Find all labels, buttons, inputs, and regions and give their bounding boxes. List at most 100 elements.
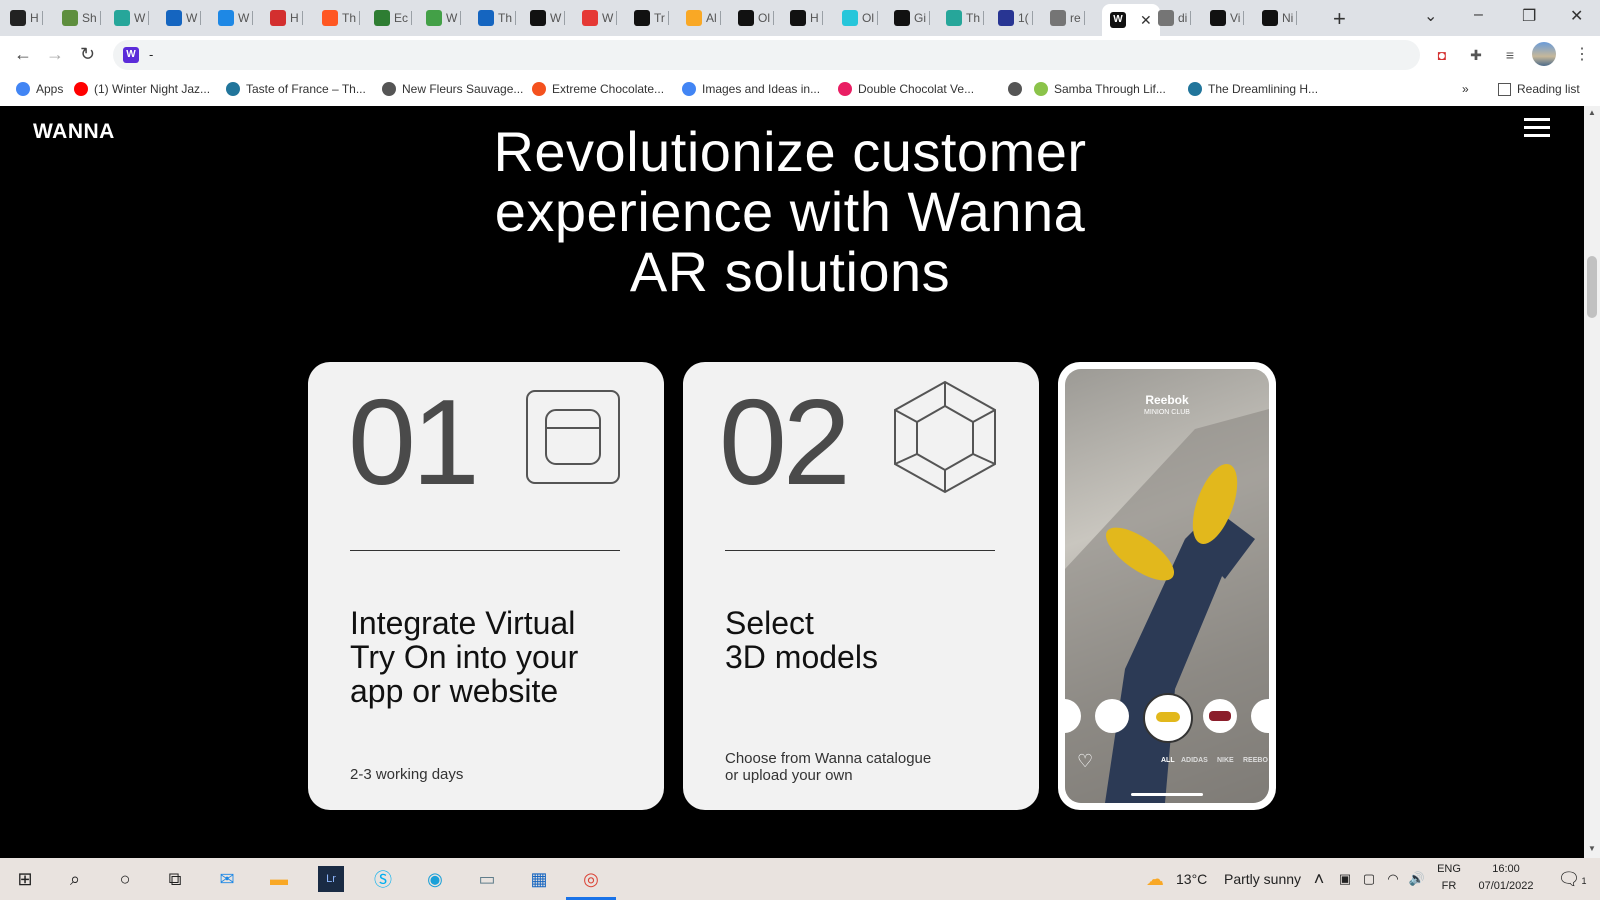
forward-arrow-icon[interactable]: →	[46, 44, 64, 65]
tab-favicon-icon	[1210, 10, 1226, 26]
bookmark-item[interactable]	[1008, 82, 1028, 96]
scroll-down-icon[interactable]: ▼	[1588, 844, 1596, 853]
search-icon[interactable]: ⌕	[62, 866, 88, 892]
wifi-icon[interactable]: ◠	[1380, 866, 1406, 892]
restore-button[interactable]: ❐	[1522, 6, 1536, 26]
device-icon[interactable]: ▣	[1332, 866, 1358, 892]
browser-tab[interactable]: H	[790, 4, 823, 32]
weather-text[interactable]: Partly sunny	[1224, 871, 1301, 887]
card-title-line: Try On into your	[350, 639, 579, 675]
file-explorer-icon[interactable]: ▬	[266, 866, 292, 892]
tab-close-icon[interactable]: ✕	[1140, 12, 1152, 29]
bookmark-item[interactable]: Double Chocolat Ve...	[838, 82, 974, 96]
weather-temp[interactable]: 13°C	[1176, 871, 1207, 887]
site-favicon-icon: W	[123, 47, 139, 63]
windows-start-icon[interactable]: ⊞	[12, 866, 38, 892]
browser-tab[interactable]: W	[218, 4, 254, 32]
browser-tab[interactable]: Ec	[374, 4, 413, 32]
shoe-thumbnail[interactable]	[1203, 699, 1237, 733]
browser-tab[interactable]: Gi	[894, 4, 930, 32]
bookmark-item[interactable]: Taste of France – Th...	[226, 82, 366, 96]
browser-tab[interactable]: Th	[478, 4, 517, 32]
browser-tab[interactable]: 1(	[998, 4, 1033, 32]
category-adidas[interactable]: ADIDAS	[1181, 757, 1208, 764]
pocket-extension-icon[interactable]: ◘	[1432, 45, 1452, 65]
tab-separator	[301, 11, 303, 25]
mail-icon[interactable]: ✉	[214, 866, 240, 892]
reload-icon[interactable]: ↻	[80, 44, 95, 65]
scrollbar-thumb[interactable]	[1587, 256, 1597, 318]
browser-tab[interactable]: Sh	[62, 4, 101, 32]
chevron-up-icon[interactable]: ˄	[1306, 866, 1332, 892]
display-icon[interactable]: ▢	[1356, 866, 1382, 892]
minimize-button[interactable]: –	[1474, 6, 1483, 24]
bookmarks-overflow-icon[interactable]: »	[1462, 82, 1469, 96]
browser-tab[interactable]: Ni	[1262, 4, 1298, 32]
category-reebok[interactable]: REEBO	[1243, 757, 1268, 764]
bookmark-item[interactable]: The Dreamlining H...	[1188, 82, 1318, 96]
browser-tab-active[interactable]: W ✕	[1102, 4, 1160, 36]
tab-search-icon[interactable]: ⌄	[1424, 6, 1437, 26]
bookmark-item[interactable]: Samba Through Lif...	[1034, 82, 1166, 96]
browser-tab[interactable]: W	[166, 4, 202, 32]
media-control-icon[interactable]: ≡	[1500, 45, 1520, 65]
browser-tab[interactable]: W	[530, 4, 566, 32]
address-text[interactable]: -	[149, 47, 153, 62]
bookmark-item[interactable]: Images and Ideas in...	[682, 82, 820, 96]
lightroom-icon[interactable]: Lr	[318, 866, 344, 892]
clock-date[interactable]: 07/01/2022	[1470, 880, 1542, 892]
browser-tab[interactable]: Ol	[842, 4, 878, 32]
hamburger-menu-icon[interactable]	[1524, 118, 1552, 140]
shoe-thumbnail-selected[interactable]	[1145, 695, 1191, 741]
browser-tab[interactable]: re	[1050, 4, 1085, 32]
bookmark-item[interactable]: New Fleurs Sauvage...	[382, 82, 523, 96]
browser-tab[interactable]: Th	[322, 4, 361, 32]
shoe-thumbnail[interactable]	[1095, 699, 1129, 733]
clock-time[interactable]: 16:00	[1470, 863, 1542, 875]
bookmark-item[interactable]: Extreme Chocolate...	[532, 82, 664, 96]
new-tab-button[interactable]: +	[1333, 6, 1346, 32]
tab-favicon-icon	[1262, 10, 1278, 26]
bookmark-item[interactable]: Apps	[16, 82, 63, 96]
category-all[interactable]: ALL	[1161, 757, 1175, 764]
weather-icon[interactable]: ☁	[1142, 866, 1168, 892]
browser-tab[interactable]: H	[10, 4, 43, 32]
skype-icon[interactable]: Ⓢ	[370, 866, 396, 892]
browser-tab[interactable]: Vi	[1210, 4, 1245, 32]
photos-icon[interactable]: ▭	[474, 866, 500, 892]
profile-avatar[interactable]	[1532, 42, 1556, 66]
browser-tab[interactable]: W	[114, 4, 150, 32]
browser-tab[interactable]: Ol	[738, 4, 774, 32]
browser-menu-icon[interactable]: ⋮	[1574, 44, 1590, 64]
back-arrow-icon[interactable]: ←	[14, 44, 32, 65]
wanna-logo[interactable]: WANNA	[33, 120, 115, 144]
close-window-button[interactable]: ✕	[1570, 6, 1583, 26]
bookmark-favicon-icon	[16, 82, 30, 96]
step-number: 01	[348, 374, 480, 510]
browser-tab[interactable]: W	[582, 4, 618, 32]
browser-tab[interactable]: H	[270, 4, 303, 32]
browser-tab[interactable]: Tr	[634, 4, 669, 32]
store-icon[interactable]: ▦	[526, 866, 552, 892]
page-scrollbar[interactable]: ▲ ▼	[1584, 106, 1600, 858]
extensions-puzzle-icon[interactable]: ✚	[1466, 45, 1486, 65]
reading-list-button[interactable]: Reading list	[1498, 82, 1580, 96]
language-top[interactable]: ENG	[1432, 863, 1466, 875]
browser-tab[interactable]: W	[426, 4, 462, 32]
chrome-icon[interactable]: ◎	[578, 866, 604, 892]
tab-separator	[200, 11, 202, 25]
browser-tab[interactable]: Th	[946, 4, 985, 32]
browser-tab[interactable]: di	[1158, 4, 1192, 32]
scroll-up-icon[interactable]: ▲	[1588, 108, 1596, 117]
task-view-icon[interactable]: ⧉	[162, 866, 188, 892]
language-bottom[interactable]: FR	[1432, 880, 1466, 892]
edge-icon[interactable]: ◉	[422, 866, 448, 892]
bookmark-item[interactable]: (1) Winter Night Jaz...	[74, 82, 210, 96]
bookmark-favicon-icon	[532, 82, 546, 96]
browser-tab[interactable]: Al	[686, 4, 721, 32]
category-nike[interactable]: NIKE	[1217, 757, 1234, 764]
cortana-icon[interactable]: ○	[112, 866, 138, 892]
heart-icon[interactable]: ♡	[1077, 751, 1093, 772]
address-bar[interactable]: W -	[113, 40, 1420, 70]
volume-icon[interactable]: 🔊	[1404, 866, 1430, 892]
